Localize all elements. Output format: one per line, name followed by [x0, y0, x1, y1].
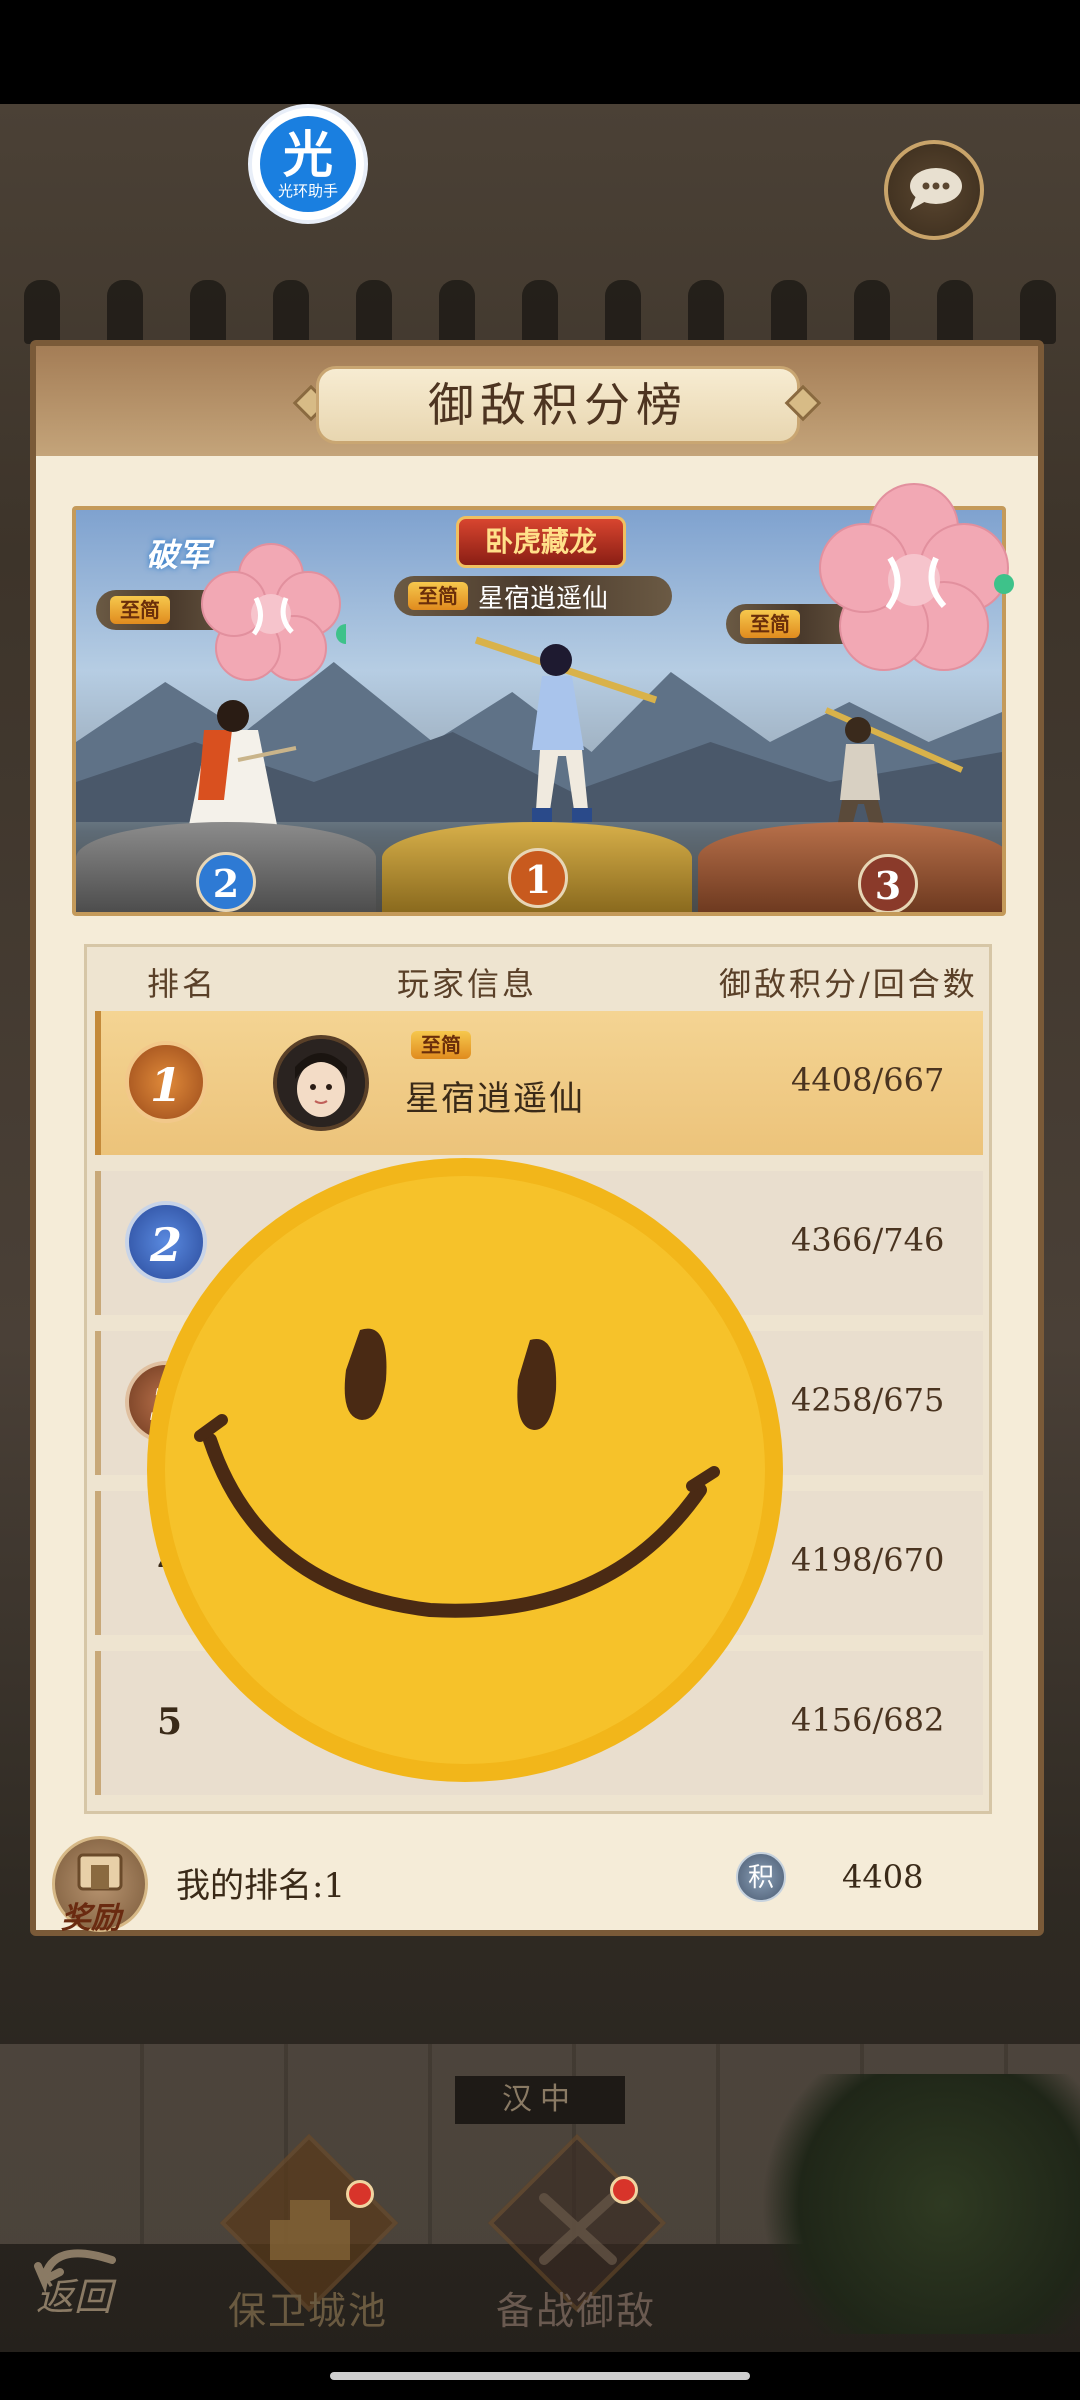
soldier — [688, 280, 725, 344]
city-name-label: 汉中 — [455, 2076, 625, 2124]
notification-dot — [346, 2180, 374, 2208]
player-score: 4258/675 — [791, 1381, 945, 1419]
soldier — [23, 280, 60, 344]
notification-dot — [610, 2176, 638, 2204]
soldier — [937, 280, 974, 344]
header-player-info: 玩家信息 — [397, 965, 538, 1003]
player-figure-3 — [824, 707, 964, 834]
event-badge: 卧虎藏龙 — [456, 516, 626, 568]
soldier — [355, 280, 392, 344]
panel-title: 御敌积分榜 — [316, 366, 800, 444]
podium-rank-3: 3 — [858, 854, 918, 912]
tier-tag: 至简 — [408, 582, 468, 610]
podium-rank-1: 1 — [508, 848, 568, 908]
smiley-sticker — [147, 1158, 783, 1782]
soldier — [604, 280, 641, 344]
bushes-decoration — [740, 2074, 1080, 2334]
helper-icon[interactable]: 光 光环助手 — [248, 104, 368, 224]
avatar[interactable] — [273, 1035, 369, 1131]
soldier — [1020, 280, 1057, 344]
defend-city-button[interactable]: 保卫城池 — [204, 2133, 414, 2333]
tier-tag: 至简 — [411, 1031, 471, 1059]
prepare-defense-label: 备战御敌 — [495, 2289, 656, 2333]
soldier — [106, 280, 143, 344]
soldier — [438, 280, 475, 344]
avatar-portrait-icon — [277, 1039, 365, 1127]
chat-bubble-icon — [910, 168, 962, 210]
player-score: 4198/670 — [791, 1541, 945, 1579]
score-icon: 积 — [736, 1852, 786, 1902]
flower-sticker — [819, 483, 1014, 671]
chat-icon[interactable] — [884, 140, 984, 240]
defend-city-label: 保卫城池 — [227, 2289, 388, 2333]
player-score: 4408/667 — [791, 1061, 945, 1099]
rank-medal-1: 1 — [125, 1041, 207, 1123]
soldier — [771, 280, 808, 344]
status-bar — [0, 0, 1080, 104]
header-score: 御敌积分/回合数 — [719, 965, 978, 1003]
soldier — [272, 280, 309, 344]
tier-tag: 至简 — [110, 596, 170, 624]
reward-label: 奖励 — [61, 1901, 121, 1936]
player-name: 星宿逍遥仙 — [405, 1079, 585, 1119]
castle-icon — [270, 2200, 350, 2260]
flower-sticker — [201, 543, 346, 681]
player-score: 4156/682 — [791, 1701, 945, 1739]
soldier — [521, 280, 558, 344]
table-header: 排名 玩家信息 御敌积分/回合数 — [87, 947, 989, 1015]
podium-third — [698, 822, 1002, 912]
back-button-label[interactable]: 返回 — [36, 2266, 112, 2321]
player-score: 4366/746 — [791, 1221, 945, 1259]
soldier — [189, 280, 226, 344]
tier-tag: 至简 — [740, 610, 800, 638]
podium-player-name: 星宿逍遥仙 — [478, 583, 609, 614]
home-indicator[interactable] — [330, 2372, 750, 2380]
podium-rank-2: 2 — [196, 852, 256, 912]
my-rank-text: 我的排名:1 — [176, 1866, 346, 1906]
player-figure-2 — [188, 700, 297, 830]
helper-icon-glyph: 光 — [283, 126, 333, 184]
player-figure-1 — [474, 636, 658, 822]
soldier — [854, 280, 891, 344]
header-rank: 排名 — [147, 965, 218, 1003]
prepare-defense-button[interactable]: 备战御敌 — [472, 2133, 682, 2333]
reward-button[interactable]: 奖励 — [52, 1836, 148, 1936]
my-score-value: 4408 — [842, 1858, 924, 1896]
table-row[interactable]: 1 至简 星宿逍遥仙 4408/667 — [95, 1011, 983, 1155]
helper-icon-inner: 光 光环助手 — [260, 116, 356, 212]
panel-header: 御敌积分榜 — [36, 346, 1038, 456]
helper-icon-label: 光环助手 — [277, 182, 338, 200]
